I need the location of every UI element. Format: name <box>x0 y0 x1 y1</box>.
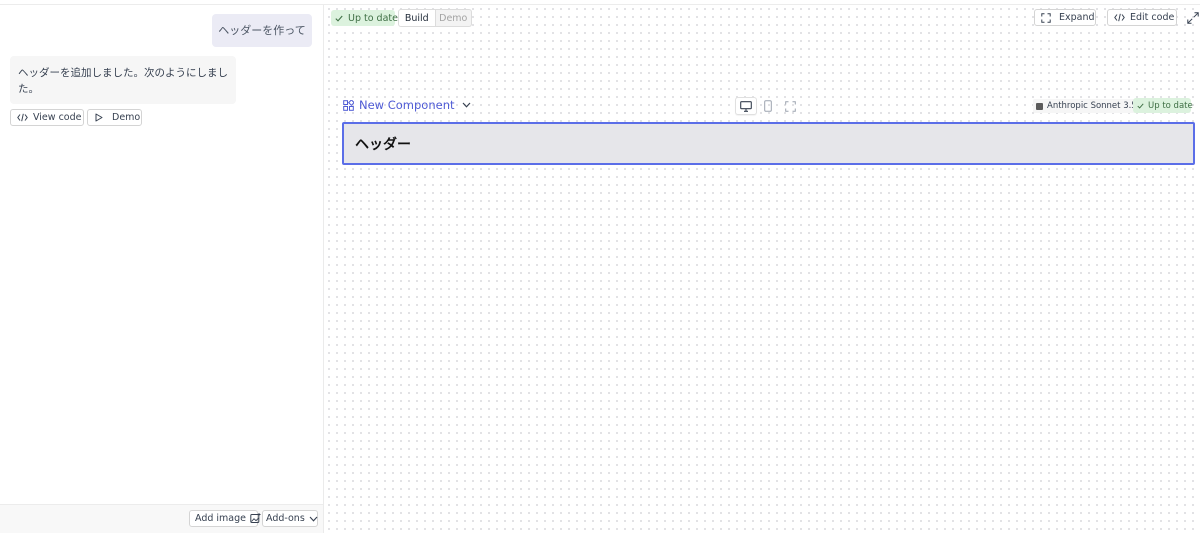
add-ons-dropdown[interactable]: Add-ons <box>262 510 318 527</box>
build-tab[interactable]: Build <box>399 10 436 26</box>
monitor-icon <box>740 100 752 112</box>
add-image-label: Add image <box>195 513 247 524</box>
status-badge: Up to date <box>331 10 398 26</box>
code-icon <box>17 113 28 122</box>
assistant-message: ヘッダーを追加しました。次のようにしました。 <box>10 56 236 104</box>
add-image-button[interactable]: Add image <box>189 510 261 527</box>
component-status-label: Up to date <box>1148 100 1193 111</box>
code-icon <box>1114 13 1125 22</box>
chat-footer: Add image Add-ons <box>0 504 323 533</box>
edit-code-label: Edit code <box>1130 12 1175 23</box>
chat-panel: ヘッダーを作って ヘッダーを追加しました。次のようにしました。 View cod… <box>0 5 324 533</box>
desktop-view-button[interactable] <box>735 97 757 115</box>
check-icon <box>335 15 343 22</box>
model-icon <box>1036 102 1043 110</box>
chevron-down-icon <box>462 102 471 108</box>
edit-code-button[interactable]: Edit code <box>1107 9 1177 26</box>
expand-label: Expand <box>1059 12 1095 23</box>
rendered-header: ヘッダー <box>355 137 411 153</box>
image-add-icon <box>250 513 261 524</box>
component-selector[interactable]: New Component <box>343 98 471 112</box>
expand-icon <box>1041 12 1051 23</box>
model-badge: Anthropic Sonnet 3.5 <box>1033 99 1140 113</box>
model-name: Anthropic Sonnet 3.5 <box>1047 101 1137 111</box>
expand-button[interactable]: Expand <box>1034 9 1096 26</box>
component-grid-icon <box>343 99 354 111</box>
component-preview-frame[interactable]: ヘッダー <box>342 122 1195 165</box>
view-code-button[interactable]: View code <box>10 109 84 126</box>
play-icon <box>95 113 103 122</box>
fullscreen-icon <box>784 100 796 112</box>
demo-button[interactable]: Demo <box>87 109 142 126</box>
app: ヘッダーを作って ヘッダーを追加しました。次のようにしました。 View cod… <box>0 0 1200 533</box>
component-status-badge: Up to date <box>1133 98 1193 113</box>
component-name: New Component <box>359 98 455 112</box>
status-label: Up to date <box>348 12 398 24</box>
preview-panel: Up to date Build Demo Expand Edit code N… <box>325 5 1200 533</box>
device-toggle <box>735 97 801 115</box>
phone-icon <box>764 100 772 112</box>
fullscreen-view-button[interactable] <box>779 97 801 115</box>
mobile-view-button[interactable] <box>757 97 779 115</box>
add-ons-label: Add-ons <box>266 513 305 524</box>
view-code-label: View code <box>33 112 82 123</box>
maximize-icon[interactable] <box>1187 12 1199 24</box>
demo-label: Demo <box>112 112 141 123</box>
chevron-down-icon <box>309 516 318 522</box>
demo-tab[interactable]: Demo <box>436 10 472 26</box>
user-message: ヘッダーを作って <box>212 14 312 47</box>
build-demo-toggle: Build Demo <box>398 9 472 27</box>
check-icon <box>1137 103 1144 109</box>
